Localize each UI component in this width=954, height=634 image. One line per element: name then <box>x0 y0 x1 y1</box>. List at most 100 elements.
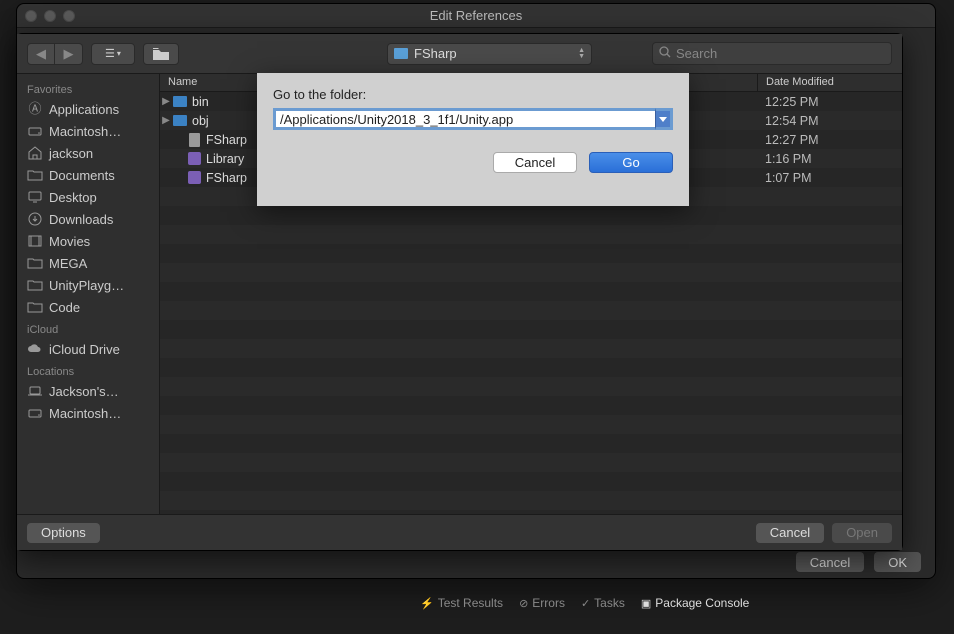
goto-path-input[interactable] <box>273 108 655 130</box>
empty-row <box>160 472 902 491</box>
sidebar-item-label: Movies <box>49 234 90 249</box>
sidebar-item-documents[interactable]: Documents <box>17 164 159 186</box>
sidebar-item-label: UnityPlayg… <box>49 278 124 293</box>
empty-row <box>160 396 902 415</box>
search-field[interactable]: Search <box>652 42 892 65</box>
sidebar-item-label: MEGA <box>49 256 87 271</box>
sidebar-item-jackson-s-[interactable]: Jackson's… <box>17 380 159 402</box>
disk-icon <box>27 123 43 139</box>
titlebar[interactable]: Edit References <box>17 4 935 28</box>
disclosure-triangle-icon[interactable]: ▶ <box>160 96 172 107</box>
sidebar-item-label: jackson <box>49 146 93 161</box>
close-window-button[interactable] <box>25 10 37 22</box>
sidebar-heading: Favorites <box>17 78 159 98</box>
file-date: 12:27 PM <box>757 133 902 147</box>
nav-forward-button[interactable]: ▶ <box>55 43 83 65</box>
console-icon: ▣ <box>641 597 651 610</box>
sidebar-item-movies[interactable]: Movies <box>17 230 159 252</box>
sidebar-item-macintosh-[interactable]: Macintosh… <box>17 402 159 424</box>
goto-cancel-button[interactable]: Cancel <box>493 152 577 173</box>
empty-row <box>160 244 902 263</box>
check-icon: ✓ <box>581 597 590 610</box>
toolbar: ◀ ▶ ☰ ▾ FSharp ▲▼ Search <box>17 34 902 74</box>
sidebar-item-macintosh-[interactable]: Macintosh… <box>17 120 159 142</box>
empty-row <box>160 301 902 320</box>
sidebar-item-label: Downloads <box>49 212 113 227</box>
view-mode-button[interactable]: ☰ ▾ <box>91 43 135 65</box>
tab-test-results[interactable]: ⚡Test Results <box>420 596 503 610</box>
disclosure-triangle-icon[interactable]: ▶ <box>160 115 172 126</box>
file-date: 1:07 PM <box>757 171 902 185</box>
folder-icon <box>153 48 169 60</box>
sidebar-item-label: Documents <box>49 168 115 183</box>
desktop-icon <box>27 189 43 205</box>
sidebar-item-applications[interactable]: Ⓐ Applications <box>17 98 159 120</box>
search-placeholder: Search <box>676 46 717 61</box>
goto-dropdown-button[interactable] <box>655 108 673 130</box>
outer-ok-button[interactable]: OK <box>874 552 921 572</box>
tab-package-console[interactable]: ▣Package Console <box>641 596 749 610</box>
folder-icon <box>172 115 188 126</box>
empty-row <box>160 206 902 225</box>
project-icon <box>186 152 202 165</box>
empty-row <box>160 263 902 282</box>
search-icon <box>659 46 671 61</box>
empty-row <box>160 377 902 396</box>
sidebar-item-icloud-drive[interactable]: iCloud Drive <box>17 338 159 360</box>
options-button[interactable]: Options <box>27 523 100 543</box>
cancel-button[interactable]: Cancel <box>756 523 824 543</box>
open-button[interactable]: Open <box>832 523 892 543</box>
sidebar-heading: Locations <box>17 360 159 380</box>
goto-go-button[interactable]: Go <box>589 152 673 173</box>
empty-row <box>160 225 902 244</box>
sidebar-item-label: Macintosh… <box>49 124 121 139</box>
folder-icon <box>394 48 408 59</box>
zoom-window-button[interactable] <box>63 10 75 22</box>
sidebar-item-jackson[interactable]: jackson <box>17 142 159 164</box>
empty-row <box>160 415 902 434</box>
sidebar-item-label: Jackson's… <box>49 384 119 399</box>
folder-icon <box>27 255 43 271</box>
sidebar-item-downloads[interactable]: Downloads <box>17 208 159 230</box>
movies-icon <box>27 233 43 249</box>
column-date[interactable]: Date Modified <box>757 74 902 91</box>
sidebar-item-unityplayg-[interactable]: UnityPlayg… <box>17 274 159 296</box>
file-date: 12:25 PM <box>757 95 902 109</box>
apps-icon: Ⓐ <box>27 101 43 117</box>
updown-arrows-icon: ▲▼ <box>578 48 585 60</box>
tab-errors[interactable]: ⊘Errors <box>519 596 565 610</box>
sidebar-item-code[interactable]: Code <box>17 296 159 318</box>
empty-row <box>160 434 902 453</box>
empty-row <box>160 491 902 510</box>
folder-icon <box>27 167 43 183</box>
sidebar-item-label: Macintosh… <box>49 406 121 421</box>
sidebar-item-desktop[interactable]: Desktop <box>17 186 159 208</box>
sidebar[interactable]: Favorites Ⓐ Applications Macintosh… jackson D… <box>17 74 160 514</box>
outer-cancel-button[interactable]: Cancel <box>796 552 864 572</box>
disk-icon <box>27 405 43 421</box>
window-title: Edit References <box>17 8 935 23</box>
downloads-icon <box>27 211 43 227</box>
minimize-window-button[interactable] <box>44 10 56 22</box>
empty-row <box>160 282 902 301</box>
goto-label: Go to the folder: <box>273 87 673 102</box>
folder-icon <box>172 96 188 107</box>
file-date: 12:54 PM <box>757 114 902 128</box>
folder-icon <box>27 277 43 293</box>
sidebar-item-label: Applications <box>49 102 119 117</box>
document-icon <box>186 133 202 147</box>
empty-row <box>160 358 902 377</box>
sidebar-item-mega[interactable]: MEGA <box>17 252 159 274</box>
sheet-footer: Options Cancel Open <box>17 514 902 550</box>
goto-folder-sheet: Go to the folder: Cancel Go <box>257 73 689 206</box>
laptop-icon <box>27 383 43 399</box>
path-control[interactable]: FSharp ▲▼ <box>387 43 592 65</box>
sidebar-item-label: Desktop <box>49 190 97 205</box>
ide-bottom-tabs: ⚡Test Results ⊘Errors ✓Tasks ▣Package Co… <box>420 596 749 610</box>
sidebar-item-label: Code <box>49 300 80 315</box>
action-menu-button[interactable] <box>143 43 179 65</box>
tab-tasks[interactable]: ✓Tasks <box>581 596 625 610</box>
path-label: FSharp <box>414 46 457 61</box>
nav-back-button[interactable]: ◀ <box>27 43 55 65</box>
file-date: 1:16 PM <box>757 152 902 166</box>
